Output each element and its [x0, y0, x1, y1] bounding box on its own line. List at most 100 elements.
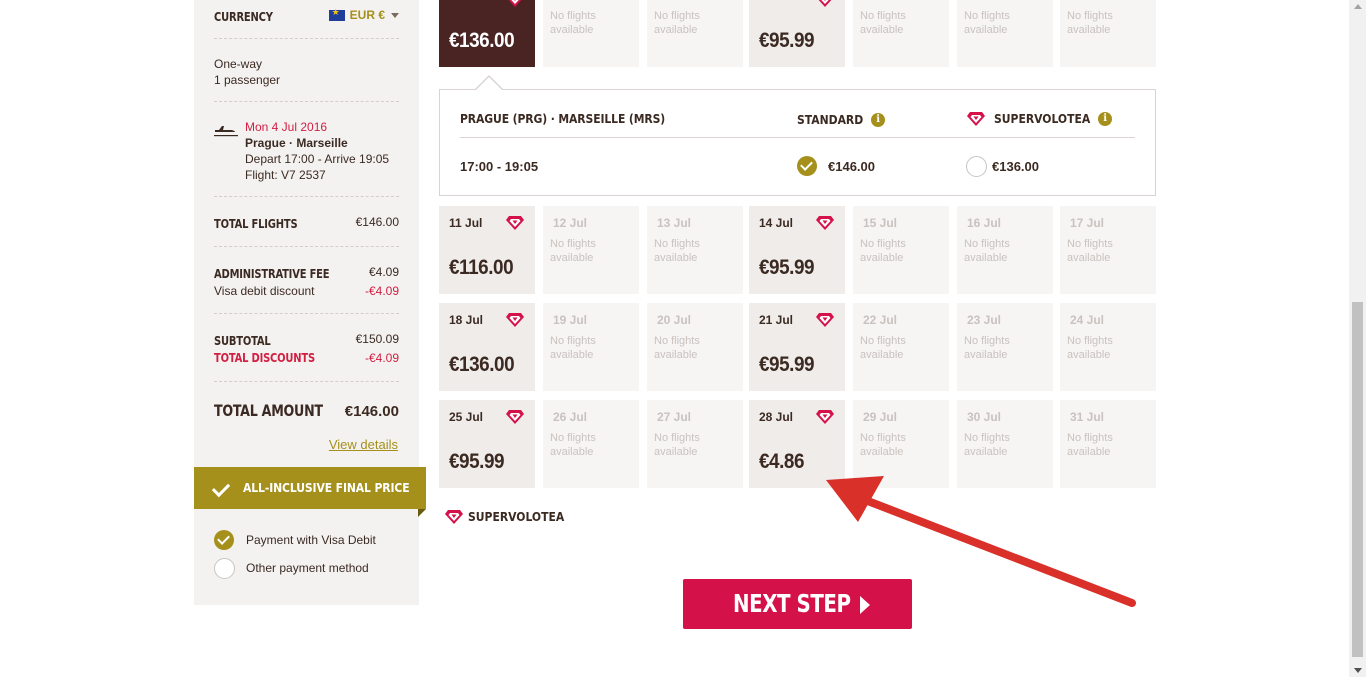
day-date: 17 Jul: [1070, 216, 1105, 230]
no-flights-text: No flights available: [1067, 432, 1113, 458]
payment-visa-radio[interactable]: [214, 530, 234, 550]
no-flights-text: No flights available: [550, 335, 596, 361]
flight-date: Mon 4 Jul 2016: [245, 120, 328, 134]
calendar-day-cell-unavailable: 27 Jul No flights available: [647, 400, 743, 488]
divider: [214, 381, 399, 382]
day-date: 24 Jul: [1070, 313, 1105, 327]
calendar-day-cell-unavailable: No flights available: [853, 0, 949, 67]
no-flights-text: No flights available: [964, 335, 1010, 361]
no-flights-text: No flights available: [860, 335, 906, 361]
day-date: 26 Jul: [553, 410, 588, 424]
payment-visa-label[interactable]: Payment with Visa Debit: [246, 533, 376, 547]
gem-icon: [816, 216, 834, 230]
scrollbar-thumb[interactable]: [1352, 302, 1363, 657]
divider: [460, 137, 1135, 138]
day-date: 29 Jul: [863, 410, 898, 424]
gem-icon: [816, 313, 834, 327]
scroll-down-icon[interactable]: [1354, 668, 1362, 673]
day-price: €95.99: [759, 29, 815, 52]
no-flights-text: No flights available: [654, 432, 700, 458]
super-fare-radio[interactable]: [966, 156, 987, 177]
payment-other-label[interactable]: Other payment method: [246, 561, 369, 575]
total-amount-value: €146.00: [344, 403, 399, 420]
day-price: €4.86: [759, 450, 805, 473]
day-date: 14 Jul: [759, 216, 794, 230]
calendar-day-cell-unavailable: 15 Jul No flights available: [853, 206, 949, 294]
standard-label: STANDARD: [797, 112, 864, 127]
flight-times: Depart 17:00 - Arrive 19:05: [245, 152, 390, 166]
passenger-count: 1 passenger: [214, 73, 281, 87]
calendar-day-cell-unavailable: 12 Jul No flights available: [543, 206, 639, 294]
gem-icon: [967, 111, 985, 126]
flight-detail-box: PRAGUE (PRG) · MARSEILLE (MRS) STANDARD i…: [439, 89, 1156, 196]
chevron-down-icon: [391, 13, 399, 19]
calendar-day-cell-unavailable: 13 Jul No flights available: [647, 206, 743, 294]
page-scrollbar[interactable]: [1349, 0, 1366, 677]
calendar-day-cell[interactable]: 14 Jul €95.99: [749, 206, 845, 294]
annotation-arrow: [826, 476, 1136, 607]
day-date: 21 Jul: [759, 313, 794, 327]
calendar-day-cell-unavailable: 24 Jul No flights available: [1060, 303, 1156, 391]
banner-text: ALL-INCLUSIVE FINAL PRICE: [243, 481, 410, 495]
no-flights-text: No flights available: [964, 432, 1010, 458]
subtotal-label: SUBTOTAL: [214, 334, 271, 348]
flight-route: Prague · Marseille: [245, 136, 348, 150]
day-price: €95.99: [449, 450, 505, 473]
no-flights-text: No flights available: [654, 238, 700, 264]
total-flights-value: €146.00: [355, 215, 399, 229]
banner-fold: [418, 509, 426, 517]
no-flights-text: No flights available: [1067, 238, 1113, 264]
calendar-day-cell[interactable]: €136.00: [439, 0, 535, 67]
gem-icon: [506, 216, 524, 230]
booking-summary-panel: CURRENCY EUR € One-way 1 passenger Mon 4…: [194, 0, 419, 605]
divider: [214, 196, 399, 197]
gem-icon: [508, 0, 522, 7]
gem-icon: [506, 410, 524, 424]
divider: [214, 246, 399, 247]
divider: [214, 101, 399, 102]
fare-legend: SUPERVOLOTEA: [444, 508, 564, 526]
day-date: 31 Jul: [1070, 410, 1105, 424]
calendar-day-cell[interactable]: 21 Jul €95.99: [749, 303, 845, 391]
currency-value: EUR €: [349, 8, 385, 22]
calendar-day-cell[interactable]: €95.99: [749, 0, 845, 67]
standard-fare-radio[interactable]: [797, 156, 817, 176]
super-label: SUPERVOLOTEA: [994, 111, 1091, 126]
calendar-day-cell-unavailable: 17 Jul No flights available: [1060, 206, 1156, 294]
plane-departure-icon: [214, 126, 238, 137]
currency-row: CURRENCY EUR €: [214, 7, 399, 24]
detail-route: PRAGUE (PRG) · MARSEILLE (MRS): [460, 112, 666, 126]
admin-fee-label: ADMINISTRATIVE FEE: [214, 267, 330, 281]
day-date: 13 Jul: [657, 216, 692, 230]
view-details-link[interactable]: View details: [329, 437, 398, 452]
day-date: 12 Jul: [553, 216, 588, 230]
day-date: 27 Jul: [657, 410, 692, 424]
super-fare-price: €136.00: [992, 159, 1039, 174]
day-date: 11 Jul: [449, 216, 483, 230]
eu-flag-icon: [328, 7, 345, 22]
detail-times: 17:00 - 19:05: [460, 159, 539, 174]
calendar-day-cell-unavailable: No flights available: [1060, 0, 1156, 67]
day-price: €95.99: [759, 256, 815, 279]
gem-icon: [816, 410, 834, 424]
day-date: 23 Jul: [967, 313, 1002, 327]
day-date: 19 Jul: [553, 313, 588, 327]
calendar-day-cell[interactable]: 11 Jul €116.00: [439, 206, 535, 294]
payment-other-radio[interactable]: [214, 558, 235, 579]
flight-number: Flight: V7 2537: [245, 168, 326, 182]
calendar-day-cell-unavailable: 23 Jul No flights available: [957, 303, 1053, 391]
divider: [214, 313, 399, 314]
subtotal-value: €150.09: [355, 332, 399, 346]
calendar-day-cell[interactable]: 25 Jul €95.99: [439, 400, 535, 488]
currency-label: CURRENCY: [214, 10, 273, 24]
standard-fare-price: €146.00: [828, 159, 875, 174]
total-discounts-label: TOTAL DISCOUNTS: [214, 351, 315, 365]
no-flights-text: No flights available: [964, 238, 1010, 264]
info-icon[interactable]: i: [871, 112, 886, 127]
no-flights-text: No flights available: [654, 335, 700, 361]
scroll-up-icon[interactable]: [1354, 4, 1362, 9]
total-discounts-value: -€4.09: [364, 351, 399, 365]
currency-selector[interactable]: EUR €: [328, 7, 399, 22]
info-icon[interactable]: i: [1098, 111, 1113, 126]
calendar-day-cell[interactable]: 18 Jul €136.00: [439, 303, 535, 391]
